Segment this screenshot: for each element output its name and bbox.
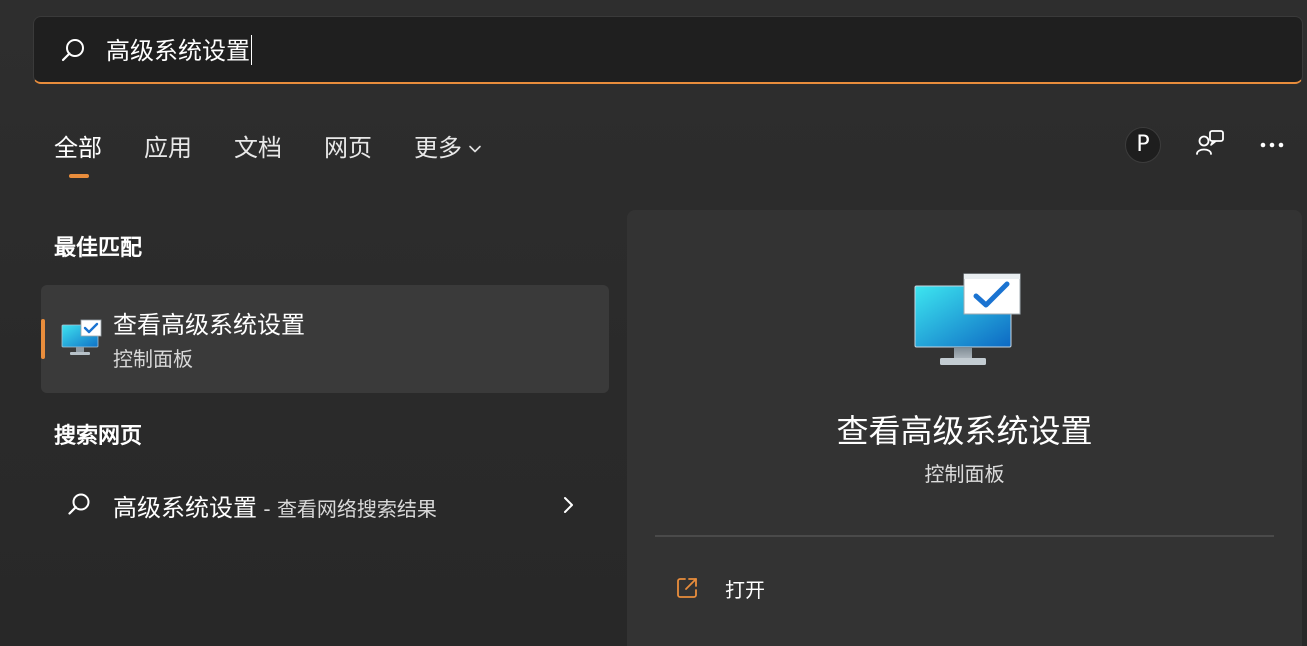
search-icon [68, 493, 90, 515]
web-search-separator: - [257, 497, 277, 521]
web-search-query: 高级系统设置 [113, 494, 257, 522]
tab-apps-label: 应用 [144, 134, 192, 162]
open-action[interactable]: 打开 [675, 568, 975, 608]
search-box[interactable]: 高级系统设置 [33, 16, 1303, 84]
search-input[interactable]: 高级系统设置 [106, 31, 1206, 71]
tab-apps[interactable]: 应用 [144, 128, 192, 168]
open-external-icon [677, 578, 697, 598]
system-properties-icon [914, 273, 1021, 365]
system-properties-icon [61, 319, 102, 355]
web-search-heading: 搜索网页 [54, 424, 143, 449]
tab-web[interactable]: 网页 [324, 128, 372, 168]
active-tab-indicator [69, 174, 89, 178]
search-icon [61, 39, 84, 62]
tab-documents-label: 文档 [234, 134, 282, 162]
best-match-title: 查看高级系统设置 [113, 311, 305, 339]
web-search-text: 高级系统设置 - 查看网络搜索结果 [113, 488, 437, 523]
web-search-result[interactable]: 高级系统设置 - 查看网络搜索结果 [41, 470, 609, 540]
tab-more-label: 更多 [414, 134, 462, 162]
tab-documents[interactable]: 文档 [234, 128, 282, 168]
more-horizontal-icon[interactable] [1258, 138, 1288, 152]
chevron-right-icon[interactable] [561, 495, 575, 515]
best-match-result[interactable]: 查看高级系统设置 控制面板 [41, 285, 609, 393]
detail-title: 查看高级系统设置 [836, 412, 1093, 450]
filter-tabs: 全部 应用 文档 网页 更多 [54, 128, 524, 178]
detail-subtitle: 控制面板 [924, 462, 1005, 486]
result-detail-panel: 查看高级系统设置 控制面板 打开 [627, 210, 1302, 646]
text-caret [251, 35, 252, 65]
search-query: 高级系统设置 [106, 37, 250, 65]
tab-all-label: 全部 [54, 134, 102, 162]
account-avatar[interactable]: P [1125, 127, 1161, 163]
search-window: 高级系统设置 全部 应用 文档 网页 更多 P 最佳匹配 查看高级系统设置 控制… [0, 0, 1307, 646]
best-match-subtitle: 控制面板 [113, 347, 193, 371]
open-label: 打开 [725, 577, 765, 602]
web-search-suffix: 查看网络搜索结果 [276, 497, 437, 521]
tab-web-label: 网页 [324, 134, 372, 162]
feedback-icon[interactable] [1195, 129, 1225, 159]
chevron-down-icon [469, 145, 481, 153]
selection-accent-bar [41, 319, 45, 359]
tab-more[interactable]: 更多 [414, 128, 482, 168]
best-match-heading: 最佳匹配 [54, 236, 143, 261]
tab-all[interactable]: 全部 [54, 128, 102, 178]
detail-divider [655, 535, 1274, 537]
